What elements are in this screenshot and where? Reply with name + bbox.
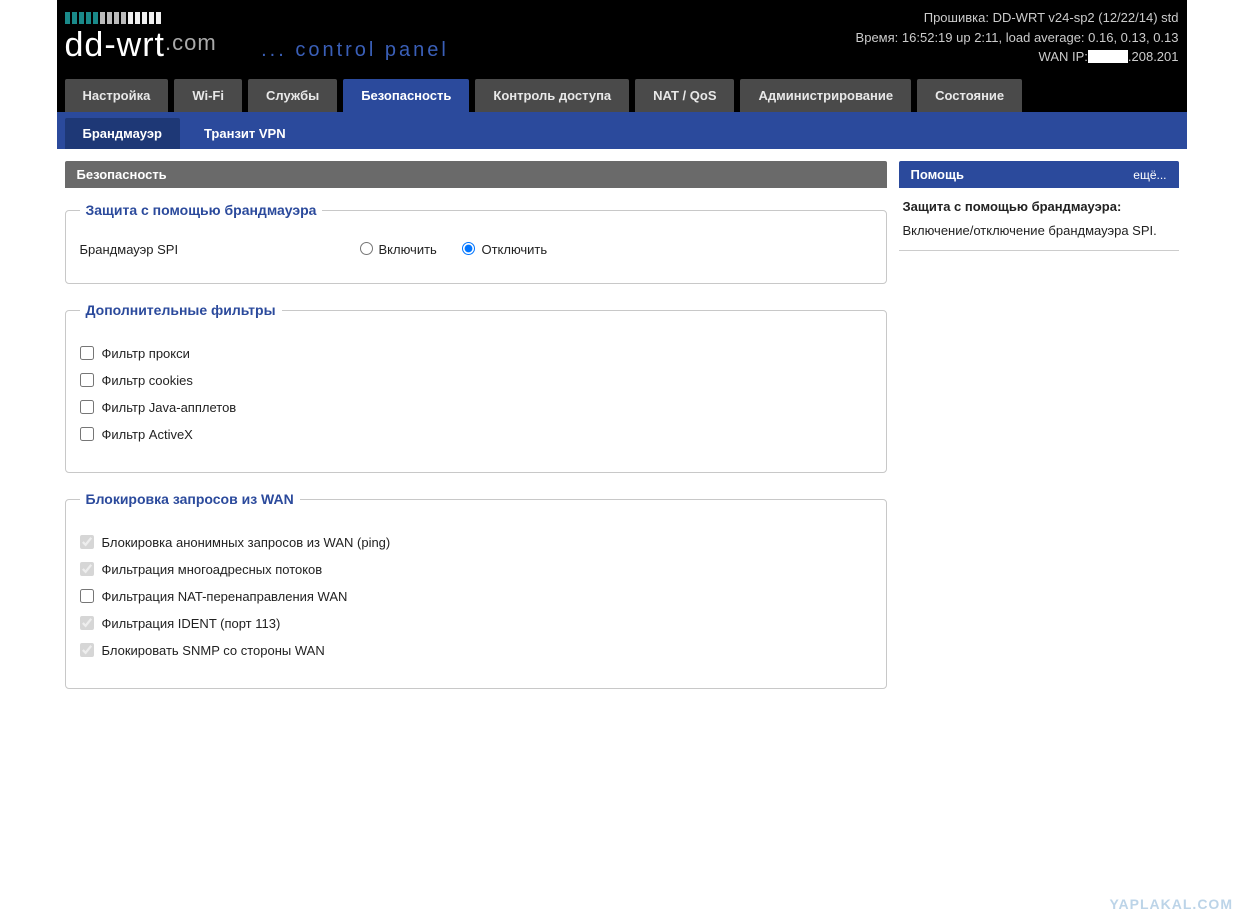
firewall-fieldset: Защита с помощью брандмауэра Брандмауэр … xyxy=(65,202,887,284)
spi-enable-option[interactable]: Включить xyxy=(360,242,437,257)
help-item-title: Защита с помощью брандмауэра: xyxy=(903,198,1175,216)
wanblock-label-4: Блокировать SNMP со стороны WAN xyxy=(102,643,325,658)
main-tabs: НастройкаWi-FiСлужбыБезопасностьКонтроль… xyxy=(57,75,1187,112)
wanblock-label-2[interactable]: Фильтрация NAT-перенаправления WAN xyxy=(102,589,348,604)
main-column: Безопасность Защита с помощью брандмауэр… xyxy=(65,161,887,707)
spi-enable-radio[interactable] xyxy=(360,242,373,255)
logo-text: dd-wrt.com ... control panel xyxy=(65,26,449,65)
header-bar: dd-wrt.com ... control panel Прошивка: D… xyxy=(57,0,1187,112)
help-body: Защита с помощью брандмауэра: Включение/… xyxy=(899,188,1179,251)
time-label: Время: xyxy=(856,30,899,45)
filter-row-0: Фильтр прокси xyxy=(80,346,872,361)
filter-checkbox-1[interactable] xyxy=(80,373,94,387)
help-title: Помощь xyxy=(911,167,964,182)
help-header: Помощь ещё... xyxy=(899,161,1179,188)
wanblock-label-0: Блокировка анонимных запросов из WAN (pi… xyxy=(102,535,391,550)
logo-suffix: .com xyxy=(165,30,217,55)
content-area: Безопасность Защита с помощью брандмауэр… xyxy=(57,149,1187,731)
sub-tab-1[interactable]: Транзит VPN xyxy=(186,118,304,149)
filter-checkbox-0[interactable] xyxy=(80,346,94,360)
filters-fieldset: Дополнительные фильтры Фильтр прокси Филь… xyxy=(65,302,887,473)
main-tab-0[interactable]: Настройка xyxy=(65,79,169,112)
logo-block: dd-wrt.com ... control panel xyxy=(65,6,449,73)
filter-checkbox-3[interactable] xyxy=(80,427,94,441)
wanip-value: .208.201 xyxy=(1128,49,1179,64)
spi-disable-option[interactable]: Отключить xyxy=(462,242,547,257)
status-block: Прошивка: DD-WRT v24-sp2 (12/22/14) std … xyxy=(856,6,1179,67)
wanblock-fieldset: Блокировка запросов из WAN Блокировка ан… xyxy=(65,491,887,689)
main-tab-2[interactable]: Службы xyxy=(248,79,337,112)
watermark: YAPLAKAL.COM xyxy=(1110,896,1234,912)
filters-legend: Дополнительные фильтры xyxy=(80,302,282,318)
wanblock-row-0: Блокировка анонимных запросов из WAN (pi… xyxy=(80,535,872,550)
wanblock-checkbox-2[interactable] xyxy=(80,589,94,603)
filter-row-2: Фильтр Java-апплетов xyxy=(80,400,872,415)
time-value: 16:52:19 up 2:11, load average: 0.16, 0.… xyxy=(902,30,1179,45)
wanblock-checkbox-3 xyxy=(80,616,94,630)
main-tab-4[interactable]: Контроль доступа xyxy=(475,79,629,112)
spi-radio-group: Включить Отключить xyxy=(360,242,570,257)
main-tab-3[interactable]: Безопасность xyxy=(343,79,469,112)
spi-disable-label: Отключить xyxy=(481,242,547,257)
filter-row-1: Фильтр cookies xyxy=(80,373,872,388)
wanblock-label-3: Фильтрация IDENT (порт 113) xyxy=(102,616,281,631)
main-tab-6[interactable]: Администрирование xyxy=(740,79,911,112)
main-tab-7[interactable]: Состояние xyxy=(917,79,1022,112)
wanip-label: WAN IP: xyxy=(1039,49,1088,64)
sub-tabs: БрандмауэрТранзит VPN xyxy=(57,112,1187,149)
main-tab-5[interactable]: NAT / QoS xyxy=(635,79,734,112)
filter-checkbox-2[interactable] xyxy=(80,400,94,414)
wanblock-legend: Блокировка запросов из WAN xyxy=(80,491,300,507)
firewall-legend: Защита с помощью брандмауэра xyxy=(80,202,323,218)
spi-label: Брандмауэр SPI xyxy=(80,242,360,257)
firmware-label: Прошивка: xyxy=(924,10,989,25)
spi-enable-label: Включить xyxy=(379,242,437,257)
logo-main: dd-wrt xyxy=(65,26,165,64)
sub-tab-0[interactable]: Брандмауэр xyxy=(65,118,180,149)
control-panel-subtitle: ... control panel xyxy=(261,39,449,61)
wanip-masked xyxy=(1088,50,1128,63)
wanblock-checkbox-0 xyxy=(80,535,94,549)
wanblock-row-1: Фильтрация многоадресных потоков xyxy=(80,562,872,577)
filter-label-1[interactable]: Фильтр cookies xyxy=(102,373,193,388)
filter-label-3[interactable]: Фильтр ActiveX xyxy=(102,427,193,442)
logo-ticks-icon xyxy=(65,10,449,24)
main-tab-1[interactable]: Wi-Fi xyxy=(174,79,242,112)
help-item-text: Включение/отключение брандмауэра SPI. xyxy=(903,222,1175,240)
filter-row-3: Фильтр ActiveX xyxy=(80,427,872,442)
firmware-value: DD-WRT v24-sp2 (12/22/14) std xyxy=(993,10,1179,25)
help-more-link[interactable]: ещё... xyxy=(1133,168,1166,182)
spi-disable-radio[interactable] xyxy=(462,242,475,255)
wanblock-checkbox-1 xyxy=(80,562,94,576)
section-header: Безопасность xyxy=(65,161,887,188)
filter-label-2[interactable]: Фильтр Java-апплетов xyxy=(102,400,237,415)
wanblock-row-2: Фильтрация NAT-перенаправления WAN xyxy=(80,589,872,604)
wanblock-label-1: Фильтрация многоадресных потоков xyxy=(102,562,323,577)
wanblock-checkbox-4 xyxy=(80,643,94,657)
filter-label-0[interactable]: Фильтр прокси xyxy=(102,346,190,361)
wanblock-row-3: Фильтрация IDENT (порт 113) xyxy=(80,616,872,631)
help-column: Помощь ещё... Защита с помощью брандмауэ… xyxy=(899,161,1179,251)
wanblock-row-4: Блокировать SNMP со стороны WAN xyxy=(80,643,872,658)
